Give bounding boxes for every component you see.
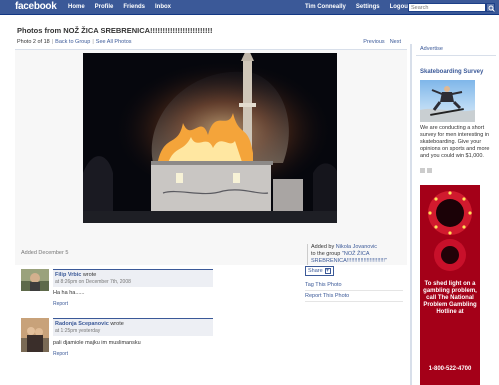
comment-wrote: wrote (82, 272, 97, 278)
comment-text: pali djamiole majku im muslimansku (53, 340, 141, 346)
comment-author[interactable]: Filip Vrbic (55, 272, 81, 278)
account-nav: Tim Conneally Settings Logout (305, 4, 410, 10)
user-name-link[interactable]: Tim Conneally (305, 4, 346, 10)
settings-link[interactable]: Settings (356, 4, 380, 10)
thumb-icons (420, 168, 432, 173)
nav-profile[interactable]: Profile (95, 4, 114, 10)
nav-friends[interactable]: Friends (123, 4, 145, 10)
report-photo-link[interactable]: Report This Photo (305, 291, 403, 302)
plus-icon: + (324, 268, 331, 274)
search-button[interactable] (486, 3, 495, 12)
ad-phone-number: 1-800-522-4700 (428, 366, 472, 372)
next-link[interactable]: Next (390, 39, 401, 45)
added-by-prefix: Added by (311, 244, 335, 250)
tag-photo-link[interactable]: Tag This Photo (305, 280, 403, 291)
added-by-info: Added by Nikola Jovanovic to the group "… (307, 244, 407, 265)
skateboarder-image (420, 86, 475, 122)
photo-breadcrumb: Photo 2 of 18 | Back to Group | See All Phot… (17, 39, 132, 45)
photo-stage: Added December 5 Added by Nikola Jovanov… (15, 50, 407, 265)
sidebar-ads: Advertise Skateboarding Survey We are co… (416, 44, 496, 385)
avatar[interactable] (21, 269, 49, 291)
top-bar: facebook Home Profile Friends Inbox Tim … (0, 0, 499, 15)
report-comment-link[interactable]: Report (53, 351, 68, 357)
ad-image[interactable] (420, 80, 475, 122)
comment-item: Radonja Scepanovic wrote at 1:25pm yeste… (21, 318, 214, 368)
comment-header: Filip Vrbic wrote at 8:26pm on December … (53, 269, 213, 287)
search-input[interactable]: Search (408, 3, 486, 12)
nav-home[interactable]: Home (68, 4, 85, 10)
avatar-image (21, 269, 49, 291)
report-comment-link[interactable]: Report (53, 301, 68, 307)
comment-wrote: wrote (110, 321, 124, 327)
comment-item: Filip Vrbic wrote at 8:26pm on December … (21, 269, 214, 315)
comment-author[interactable]: Radonja Scepanovic (55, 321, 109, 327)
photo-actions: Share + Tag This Photo Report This Photo (305, 266, 405, 302)
avatar[interactable] (21, 318, 49, 352)
ad-title[interactable]: Skateboarding Survey (420, 69, 483, 75)
share-button[interactable]: Share + (305, 266, 334, 276)
comment-time: at 8:26pm on December 7th, 2008 (55, 279, 131, 285)
comment-text: Ha ha ha...... (53, 290, 85, 296)
avatar-image (21, 318, 49, 352)
page-title: Photos from NOŽ ŽICA SREBRENICA!!!!!!!!!… (17, 26, 213, 35)
uploader-link[interactable]: Nikola Jovanovic (336, 244, 377, 250)
advertise-link[interactable]: Advertise (416, 44, 496, 56)
photo-pager: Previous Next (363, 39, 401, 45)
comment-time: at 1:25pm yesterday (55, 328, 101, 334)
ad-feedback-icons[interactable] (420, 168, 436, 175)
previous-link[interactable]: Previous (363, 39, 384, 45)
logout-link[interactable]: Logout (390, 4, 410, 10)
search-icon (488, 5, 495, 12)
added-date: Added December 5 (21, 250, 69, 256)
gambling-hotline-ad[interactable]: To shed light on a gambling problem, cal… (420, 185, 480, 385)
main-photo[interactable] (83, 53, 337, 223)
nav-inbox[interactable]: Inbox (155, 4, 171, 10)
main-nav: Home Profile Friends Inbox (68, 4, 171, 10)
burning-mosque-image (83, 53, 337, 223)
back-to-group-link[interactable]: Back to Group (55, 39, 90, 45)
photo-counter: Photo 2 of 18 (17, 39, 50, 45)
ad-hotline-text: To shed light on a gambling problem, cal… (423, 281, 477, 315)
share-label: Share (308, 268, 323, 274)
facebook-logo[interactable]: facebook (15, 1, 57, 12)
comment-header: Radonja Scepanovic wrote at 1:25pm yeste… (53, 318, 213, 336)
main-content: Photos from NOŽ ŽICA SREBRENICA!!!!!!!!!… (15, 15, 407, 385)
column-divider (410, 44, 412, 385)
group-prefix: to the group (311, 251, 341, 257)
ad-text: We are conducting a short survey for men… (420, 125, 490, 159)
see-all-photos-link[interactable]: See All Photos (96, 39, 132, 45)
